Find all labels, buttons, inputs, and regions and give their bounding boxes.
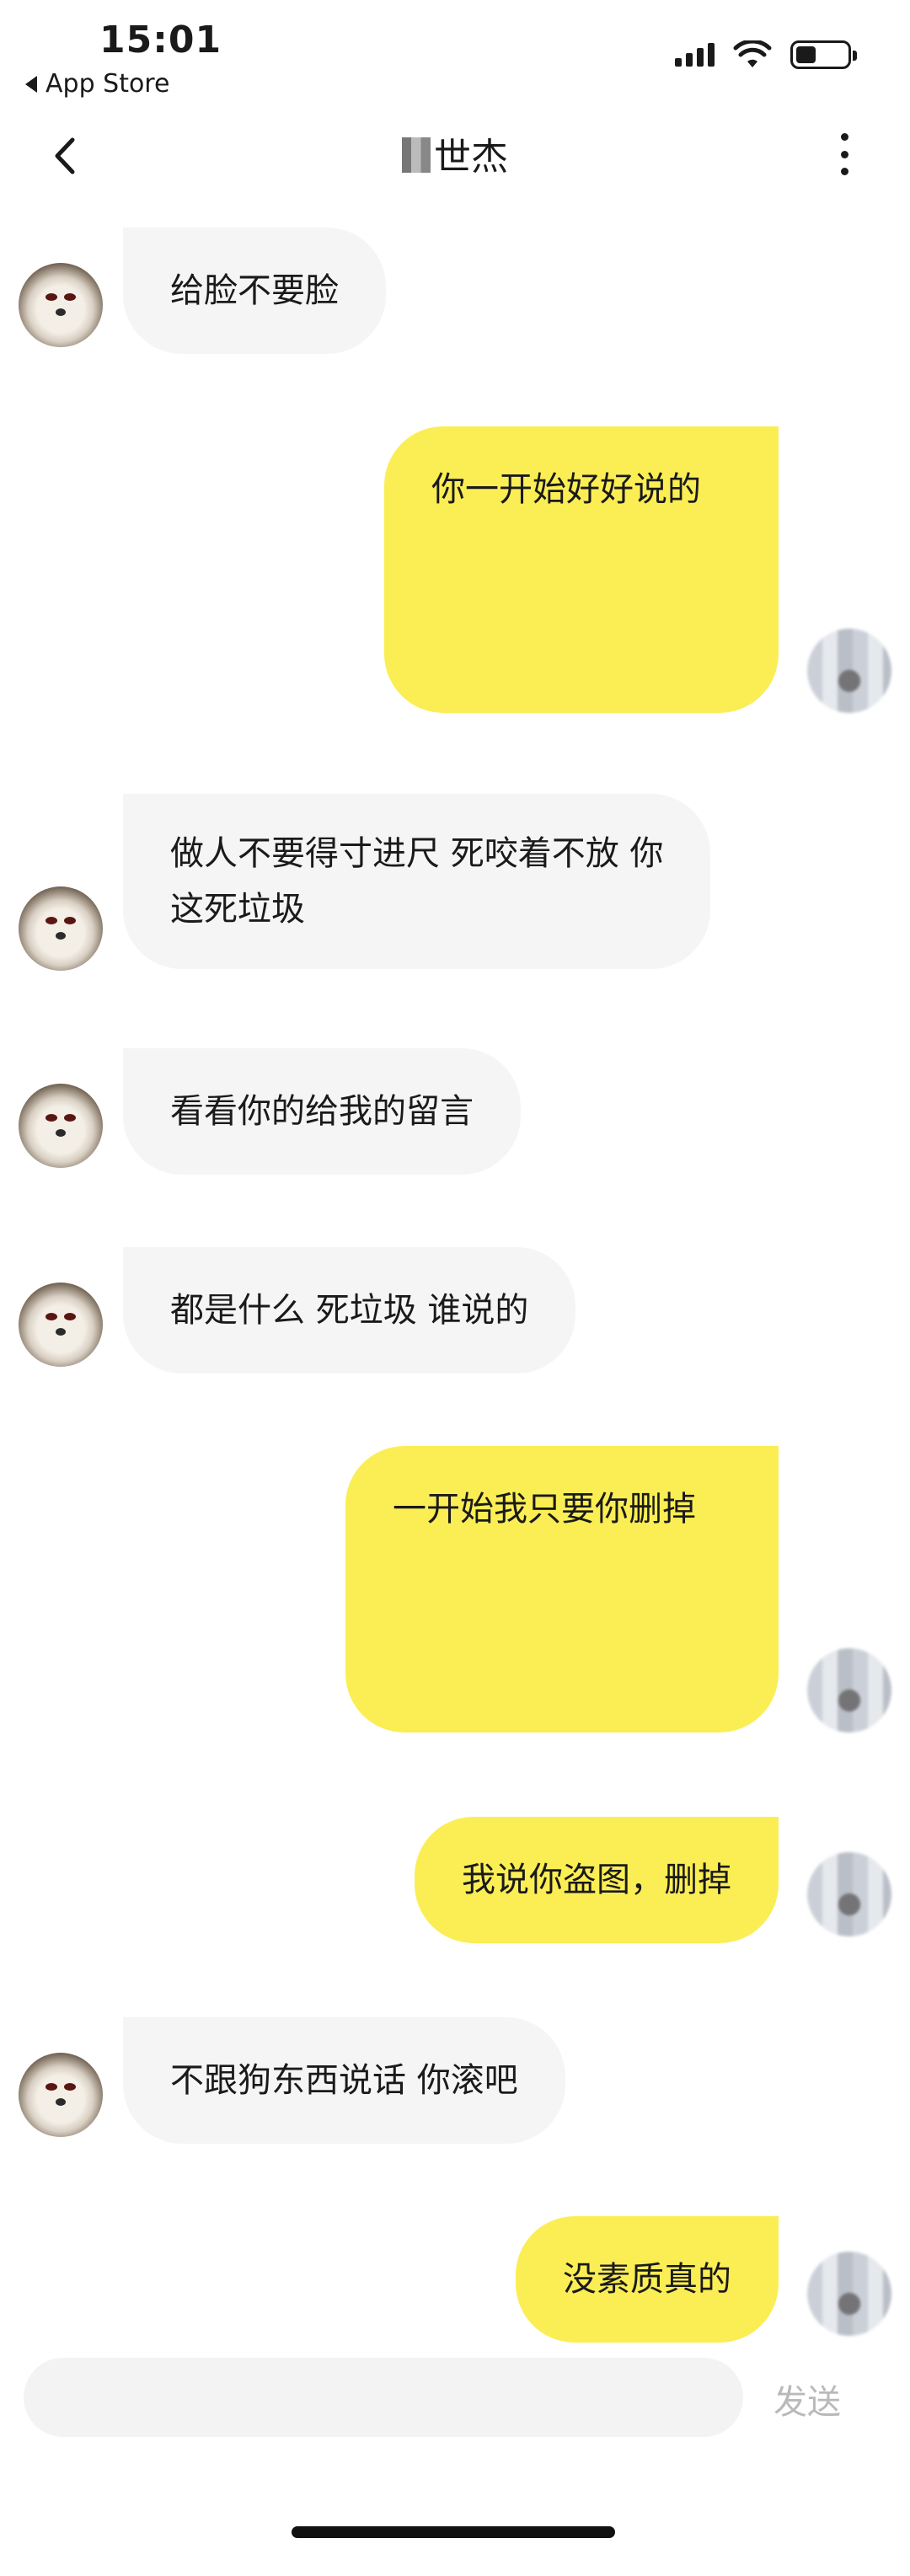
- chat-title-text: 世杰: [434, 136, 508, 179]
- more-options-icon[interactable]: [839, 133, 849, 175]
- message-bubble-incoming: 给脸不要脸: [123, 228, 386, 354]
- back-app-label: App Store: [46, 69, 170, 99]
- message-input[interactable]: [24, 2358, 743, 2437]
- message-row: 看看你的给我的留言: [0, 1048, 910, 1175]
- my-avatar[interactable]: [807, 1648, 891, 1733]
- send-button[interactable]: 发送: [774, 2375, 841, 2423]
- message-row: 不跟狗东西说话 你滚吧: [0, 2017, 910, 2144]
- contact-avatar[interactable]: [19, 1084, 103, 1168]
- message-row: 没素质真的: [0, 2216, 910, 2343]
- my-avatar[interactable]: [807, 1852, 891, 1936]
- message-bubble-incoming: 看看你的给我的留言: [123, 1048, 521, 1175]
- status-indicators: [675, 40, 857, 69]
- message-row: 一开始我只要你删掉: [0, 1446, 910, 1736]
- status-time: 15:01: [99, 19, 222, 62]
- message-bubble-incoming: 做人不要得寸进尺 死咬着不放 你 这死垃圾: [123, 794, 711, 969]
- message-bubble-incoming: 不跟狗东西说话 你滚吧: [123, 2017, 565, 2144]
- my-avatar[interactable]: [807, 629, 891, 713]
- wifi-icon: [733, 40, 772, 67]
- my-avatar[interactable]: [807, 2252, 891, 2336]
- message-row: 你一开始好好说的: [0, 426, 910, 716]
- battery-icon: [790, 40, 857, 69]
- message-bubble-outgoing: 一开始我只要你删掉: [345, 1446, 779, 1733]
- message-bubble-outgoing: 你一开始好好说的: [384, 426, 779, 713]
- chat-title: 世杰: [0, 126, 910, 180]
- home-indicator[interactable]: [292, 2526, 615, 2538]
- message-row: 我说你盗图，删掉: [0, 1817, 910, 1943]
- contact-avatar[interactable]: [19, 1283, 103, 1367]
- contact-avatar[interactable]: [19, 2053, 103, 2137]
- message-bubble-incoming: 都是什么 死垃圾 谁说的: [123, 1247, 576, 1374]
- message-row: 都是什么 死垃圾 谁说的: [0, 1247, 910, 1374]
- message-bubble-outgoing: 我说你盗图，删掉: [415, 1817, 779, 1943]
- message-row: 做人不要得寸进尺 死咬着不放 你 这死垃圾: [0, 794, 910, 972]
- back-to-app-link[interactable]: App Store: [25, 69, 169, 99]
- message-bubble-outgoing: 没素质真的: [516, 2216, 779, 2343]
- contact-avatar[interactable]: [19, 263, 103, 347]
- contact-avatar[interactable]: [19, 886, 103, 971]
- message-row: 给脸不要脸: [0, 228, 910, 354]
- redacted-name-mosaic: [402, 137, 431, 173]
- cellular-signal-icon: [675, 43, 715, 67]
- back-triangle-icon: [25, 75, 37, 93]
